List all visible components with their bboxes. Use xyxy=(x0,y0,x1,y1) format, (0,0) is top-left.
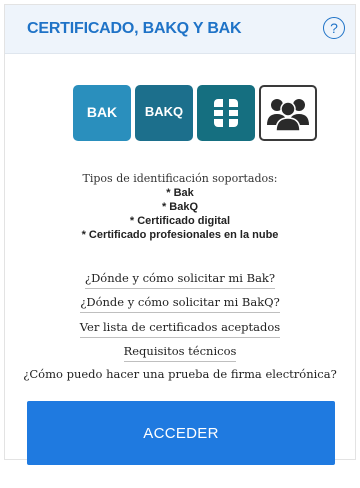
help-link-row: ¿Cómo puedo hacer una prueba de firma el… xyxy=(5,365,355,384)
bakq-logo-label: BAKQ xyxy=(144,104,184,119)
bakq-logo: BAKQ xyxy=(135,85,193,141)
login-card: CERTIFICADO, BAKQ Y BAK ? BAK BAKQ Tipos… xyxy=(4,4,356,465)
help-icon[interactable]: ? xyxy=(323,17,345,39)
help-link-row: ¿Dónde y cómo solicitar mi Bak? xyxy=(5,269,355,289)
chip-card-graphic xyxy=(214,99,238,127)
id-method-logos: BAK BAKQ xyxy=(73,85,317,143)
link-technical-requirements[interactable]: Requisitos técnicos xyxy=(123,344,237,362)
link-test-signature[interactable]: ¿Cómo puedo hacer una prueba de firma el… xyxy=(23,367,337,384)
help-link-row: Ver lista de certificados aceptados xyxy=(5,318,355,338)
help-link-row: ¿Dónde y cómo solicitar mi BakQ? xyxy=(5,293,355,313)
bak-logo-label: BAK xyxy=(86,104,118,120)
bak-logo: BAK xyxy=(73,85,131,141)
link-accepted-certificates[interactable]: Ver lista de certificados aceptados xyxy=(79,320,281,338)
supported-item: * Certificado digital xyxy=(129,215,231,227)
access-button[interactable]: ACCEDER xyxy=(27,401,335,465)
people-graphic xyxy=(267,99,309,132)
card-title: CERTIFICADO, BAKQ Y BAK xyxy=(27,20,242,37)
supported-item: * BakQ xyxy=(161,201,199,213)
link-request-bak[interactable]: ¿Dónde y cómo solicitar mi Bak? xyxy=(84,271,276,289)
supported-item: * Bak xyxy=(166,187,194,199)
chip-card-icon xyxy=(197,85,255,141)
help-link-row: Requisitos técnicos xyxy=(5,342,355,362)
link-request-bakq[interactable]: ¿Dónde y cómo solicitar mi BakQ? xyxy=(80,295,280,313)
supported-item: * Certificado profesionales en la nube xyxy=(81,229,279,241)
card-header: CERTIFICADO, BAKQ Y BAK ? xyxy=(5,5,355,54)
supported-intro: Tipos de identificación soportados: xyxy=(82,172,278,185)
supported-id-types: Tipos de identificación soportados: * Ba… xyxy=(5,172,355,242)
group-of-people-icon xyxy=(259,85,317,141)
